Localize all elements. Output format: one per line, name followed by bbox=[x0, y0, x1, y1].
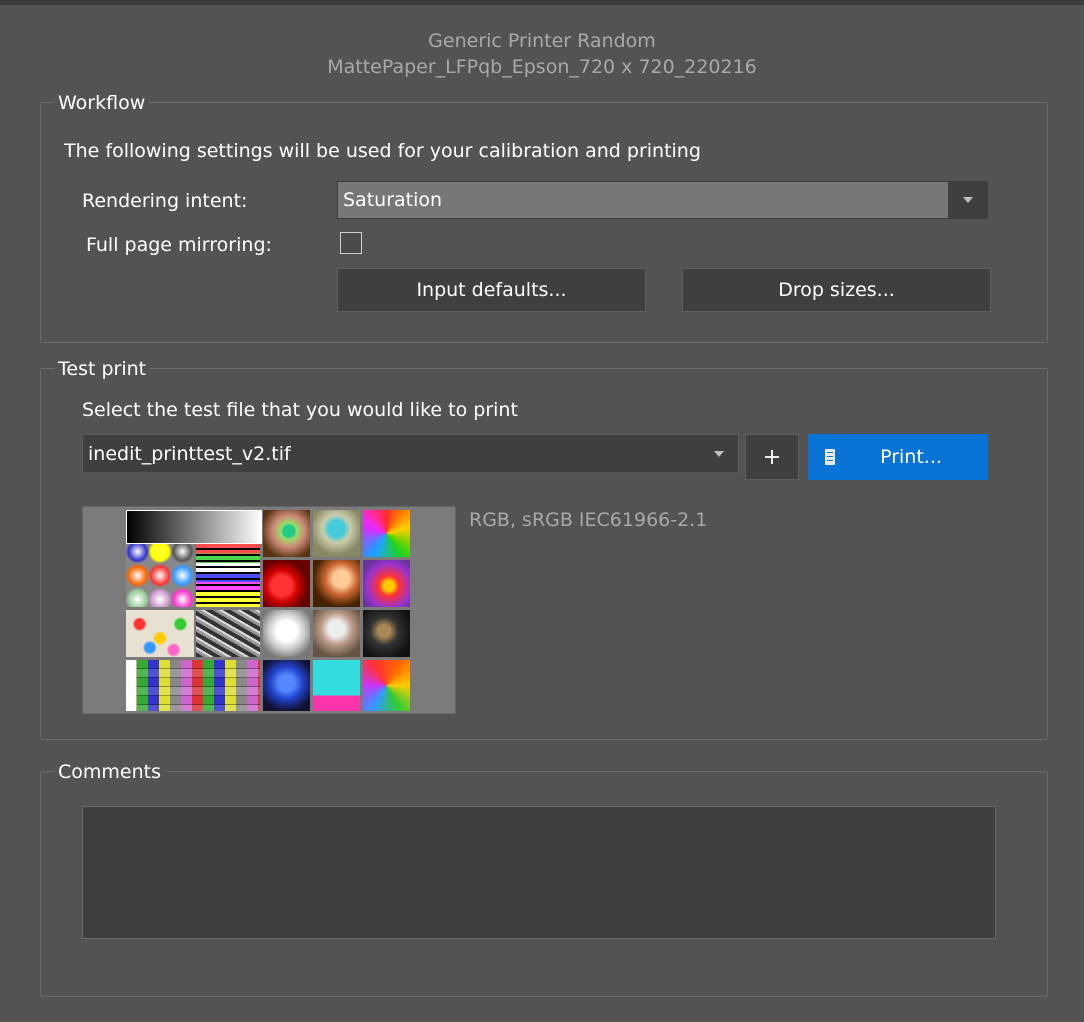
photo-tile bbox=[263, 560, 310, 607]
print-button-label: Print... bbox=[880, 446, 942, 468]
color-checker-patch bbox=[126, 660, 260, 711]
top-bar bbox=[0, 0, 1084, 5]
photo-tile bbox=[363, 510, 410, 557]
print-button[interactable]: Print... bbox=[808, 434, 988, 480]
photo-tile bbox=[196, 610, 260, 657]
mirroring-checkbox[interactable] bbox=[340, 232, 362, 254]
photo-tile bbox=[263, 610, 310, 657]
input-defaults-button[interactable]: Input defaults... bbox=[337, 268, 646, 312]
color-circle-patches bbox=[126, 544, 194, 607]
profile-name: MattePaper_LFPqb_Epson_720 x 720_220216 bbox=[327, 56, 757, 78]
photo-tile bbox=[126, 610, 194, 657]
test-chart-thumbnail bbox=[82, 506, 456, 714]
photo-tile bbox=[363, 660, 410, 711]
test-file-dropdown[interactable]: inedit_printtest_v2.tif bbox=[82, 434, 739, 473]
color-lines-patch bbox=[196, 544, 260, 607]
chevron-down-icon[interactable] bbox=[700, 435, 738, 472]
comments-title: Comments bbox=[54, 760, 165, 784]
printer-icon bbox=[825, 449, 835, 465]
photo-tile bbox=[263, 660, 310, 711]
photo-tile bbox=[363, 610, 410, 657]
chevron-down-icon[interactable] bbox=[949, 182, 987, 218]
rendering-intent-dropdown[interactable]: Saturation bbox=[337, 181, 988, 219]
photo-tile bbox=[313, 660, 360, 711]
test-file-value: inedit_printtest_v2.tif bbox=[88, 442, 291, 465]
printer-name: Generic Printer Random bbox=[428, 30, 656, 52]
mirroring-label: Full page mirroring: bbox=[86, 234, 272, 256]
gradient-patch bbox=[126, 510, 262, 544]
rendering-intent-label: Rendering intent: bbox=[82, 190, 248, 212]
photo-tile bbox=[313, 610, 360, 657]
comments-textarea[interactable] bbox=[82, 806, 996, 939]
color-space-label: RGB, sRGB IEC61966-2.1 bbox=[469, 509, 708, 531]
add-file-button[interactable]: + bbox=[745, 434, 799, 480]
workflow-description: The following settings will be used for … bbox=[64, 140, 701, 162]
workflow-title: Workflow bbox=[54, 91, 150, 115]
rendering-intent-value: Saturation bbox=[343, 189, 443, 211]
photo-tile bbox=[313, 560, 360, 607]
photo-tile bbox=[363, 560, 410, 607]
test-print-title: Test print bbox=[54, 357, 151, 381]
test-print-instruction: Select the test file that you would like… bbox=[82, 399, 518, 421]
photo-tile bbox=[263, 510, 310, 557]
drop-sizes-button[interactable]: Drop sizes... bbox=[682, 268, 991, 312]
photo-tile bbox=[313, 510, 360, 557]
